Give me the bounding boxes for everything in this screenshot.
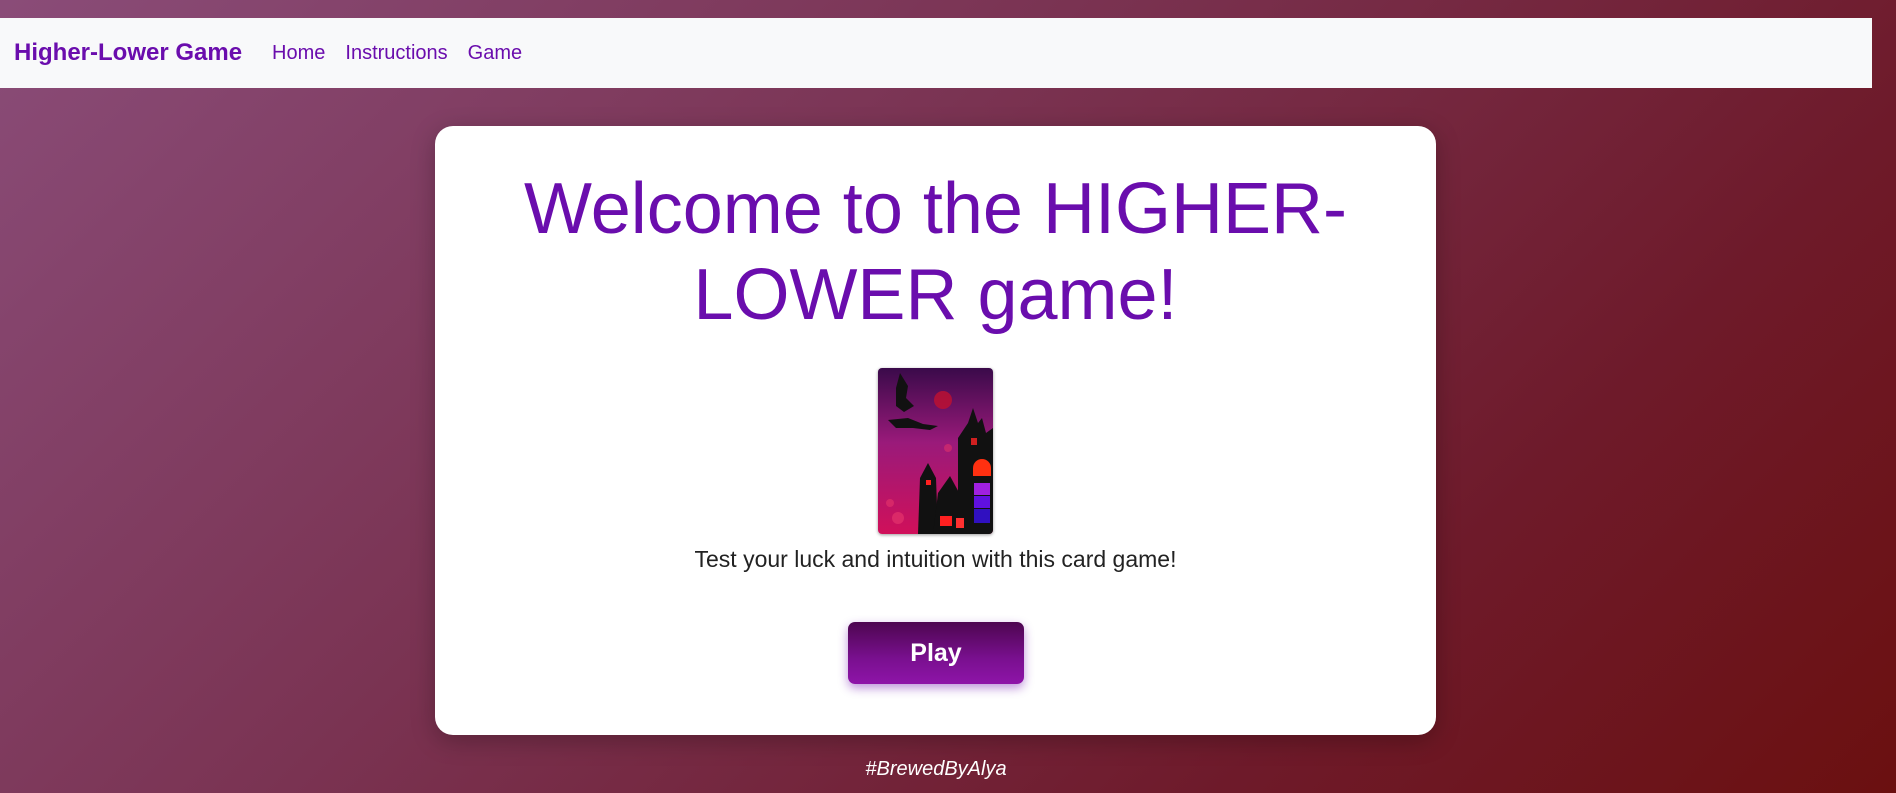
nav-link-game[interactable]: Game — [468, 42, 522, 65]
nav-link-home[interactable]: Home — [272, 42, 325, 65]
play-button[interactable]: Play — [848, 622, 1024, 684]
card-back-image — [878, 368, 993, 534]
navbar: Higher-Lower Game Home Instructions Game — [0, 18, 1872, 88]
nav-link-instructions[interactable]: Instructions — [345, 42, 447, 65]
page-title: Welcome to the HIGHER-LOWER game! — [524, 169, 1347, 335]
footer-signature: #BrewedByAlya — [865, 758, 1007, 780]
brand-link[interactable]: Higher-Lower Game — [14, 39, 242, 67]
tagline-text: Test your luck and intuition with this c… — [694, 546, 1177, 572]
welcome-card: Welcome to the HIGHER-LOWER game! Test y… — [435, 126, 1436, 735]
